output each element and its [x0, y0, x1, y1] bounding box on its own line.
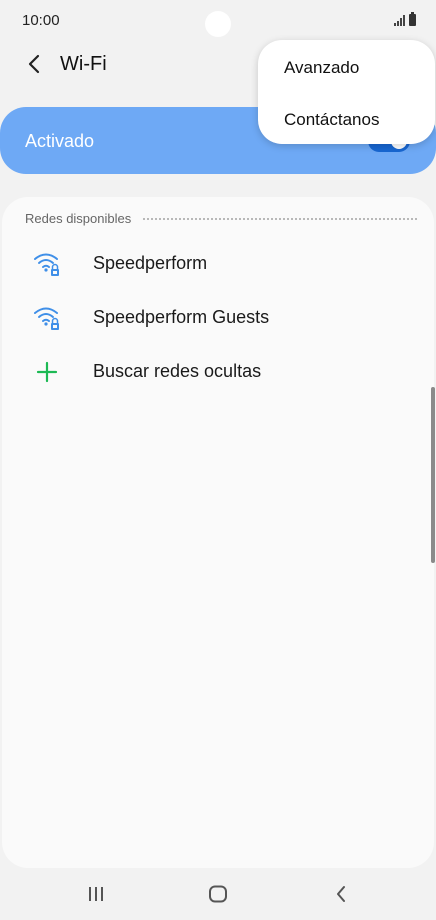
page-title: Wi-Fi	[60, 53, 107, 75]
wifi-locked-icon	[34, 307, 59, 330]
wifi-locked-icon	[34, 253, 59, 276]
section-header: Redes disponibles	[25, 211, 417, 226]
add-hidden-network-label: Buscar redes ocultas	[93, 361, 262, 381]
back-button[interactable]	[20, 50, 48, 78]
recent-apps-button[interactable]	[82, 882, 110, 906]
network-name: Speedperform	[93, 253, 208, 273]
chevron-left-icon	[337, 886, 345, 902]
add-hidden-network-item[interactable]: Buscar redes ocultas	[2, 345, 434, 397]
network-name: Speedperform Guests	[93, 307, 270, 327]
chevron-left-icon	[28, 54, 40, 74]
menu-item-avanzado[interactable]: Avanzado	[284, 58, 359, 78]
network-item[interactable]: Speedperform	[2, 237, 434, 289]
status-bar: 10:00	[0, 0, 436, 40]
front-camera-cutout	[205, 11, 231, 37]
section-title: Redes disponibles	[25, 211, 132, 226]
status-icons	[394, 12, 416, 26]
battery-icon	[409, 12, 416, 26]
back-nav-button[interactable]	[327, 882, 355, 906]
scrollbar[interactable]	[431, 387, 435, 563]
home-icon	[209, 885, 227, 903]
wifi-toggle-label: Activado	[25, 131, 95, 151]
recent-apps-icon	[89, 887, 103, 901]
signal-icon	[394, 14, 405, 26]
overflow-menu: Avanzado Contáctanos	[258, 40, 435, 144]
status-time: 10:00	[22, 12, 60, 29]
network-item[interactable]: Speedperform Guests	[2, 291, 434, 343]
networks-list: Redes disponibles Speedperform Speedperf…	[2, 197, 434, 868]
menu-item-contactanos[interactable]: Contáctanos	[284, 110, 379, 130]
home-button[interactable]	[204, 882, 232, 906]
section-divider	[143, 217, 417, 220]
plus-icon	[36, 361, 58, 383]
navigation-bar	[0, 868, 436, 920]
